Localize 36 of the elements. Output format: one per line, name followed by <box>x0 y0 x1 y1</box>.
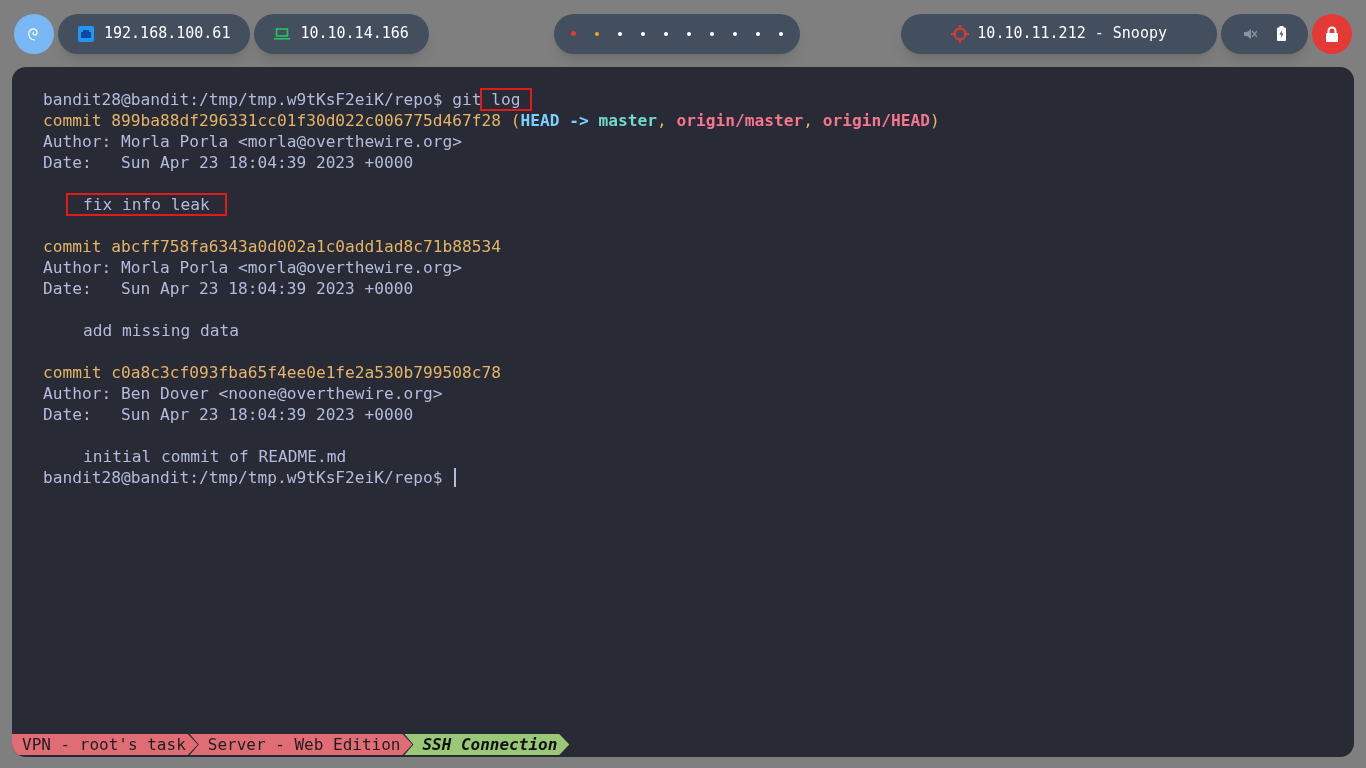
terminal-text: HEAD -> <box>520 110 590 131</box>
terminal-text: Date: Sun Apr 23 18:04:39 2023 +0000 <box>43 278 414 299</box>
terminal-text: add missing data <box>83 320 239 341</box>
highlighted-text: log <box>480 88 532 111</box>
highlighted-text: fix info leak <box>66 193 227 216</box>
target-label: 10.10.11.212 - Snoopy <box>977 23 1167 45</box>
speaker-icon[interactable] <box>1243 26 1257 41</box>
status-segment: VPN - root's task <box>12 734 198 755</box>
ip-address: 192.168.100.61 <box>104 23 231 45</box>
terminal-text: Author: Morla Porla <morla@overthewire.org> <box>43 257 463 278</box>
terminal-text: commit abcff758fa6343a0d002a1c0add1ad8c71b88534 <box>43 236 502 257</box>
terminal-text: ) <box>929 110 940 131</box>
terminal-text: bandit28@bandit:/tmp/tmp.w9tKsF2eiK/repo$ <box>43 467 444 488</box>
terminal-text: commit 899ba88df296331cc01f30d022c006775d467f28 ( <box>43 110 521 131</box>
terminal-text: Author: Morla Porla <morla@overthewire.org> <box>43 131 463 152</box>
battery-icon[interactable] <box>1277 26 1286 41</box>
terminal-text: , <box>803 110 814 131</box>
status-segment: SSH Connection <box>404 734 570 755</box>
terminal-text: Date: Sun Apr 23 18:04:39 2023 +0000 <box>43 404 414 425</box>
logo-icon[interactable] <box>14 13 54 54</box>
terminal-text: initial commit of README.md <box>83 446 347 467</box>
crosshair-icon <box>951 24 970 43</box>
terminal-text: bandit28@bandit:/tmp/tmp.w9tKsF2eiK/repo$ git <box>43 89 483 110</box>
lock-button[interactable] <box>1312 13 1352 54</box>
terminal-text: commit c0a8c3cf093fba65f4ee0e1fe2a530b799508c78 <box>43 362 502 383</box>
terminal-text: Date: Sun Apr 23 18:04:39 2023 +0000 <box>43 152 414 173</box>
terminal-text: master <box>598 110 657 131</box>
status-segment: Server - Web Edition <box>189 734 413 755</box>
terminal-text: , <box>657 110 668 131</box>
terminal-text: Author: Ben Dover <noone@overthewire.org> <box>43 383 443 404</box>
ethernet-icon <box>78 25 94 42</box>
ip-address: 10.10.14.166 <box>300 23 409 45</box>
laptop-icon <box>274 27 291 40</box>
terminal-text: origin/HEAD <box>822 110 930 131</box>
terminal-text: origin/master <box>676 110 804 131</box>
lock-icon <box>1325 25 1339 42</box>
